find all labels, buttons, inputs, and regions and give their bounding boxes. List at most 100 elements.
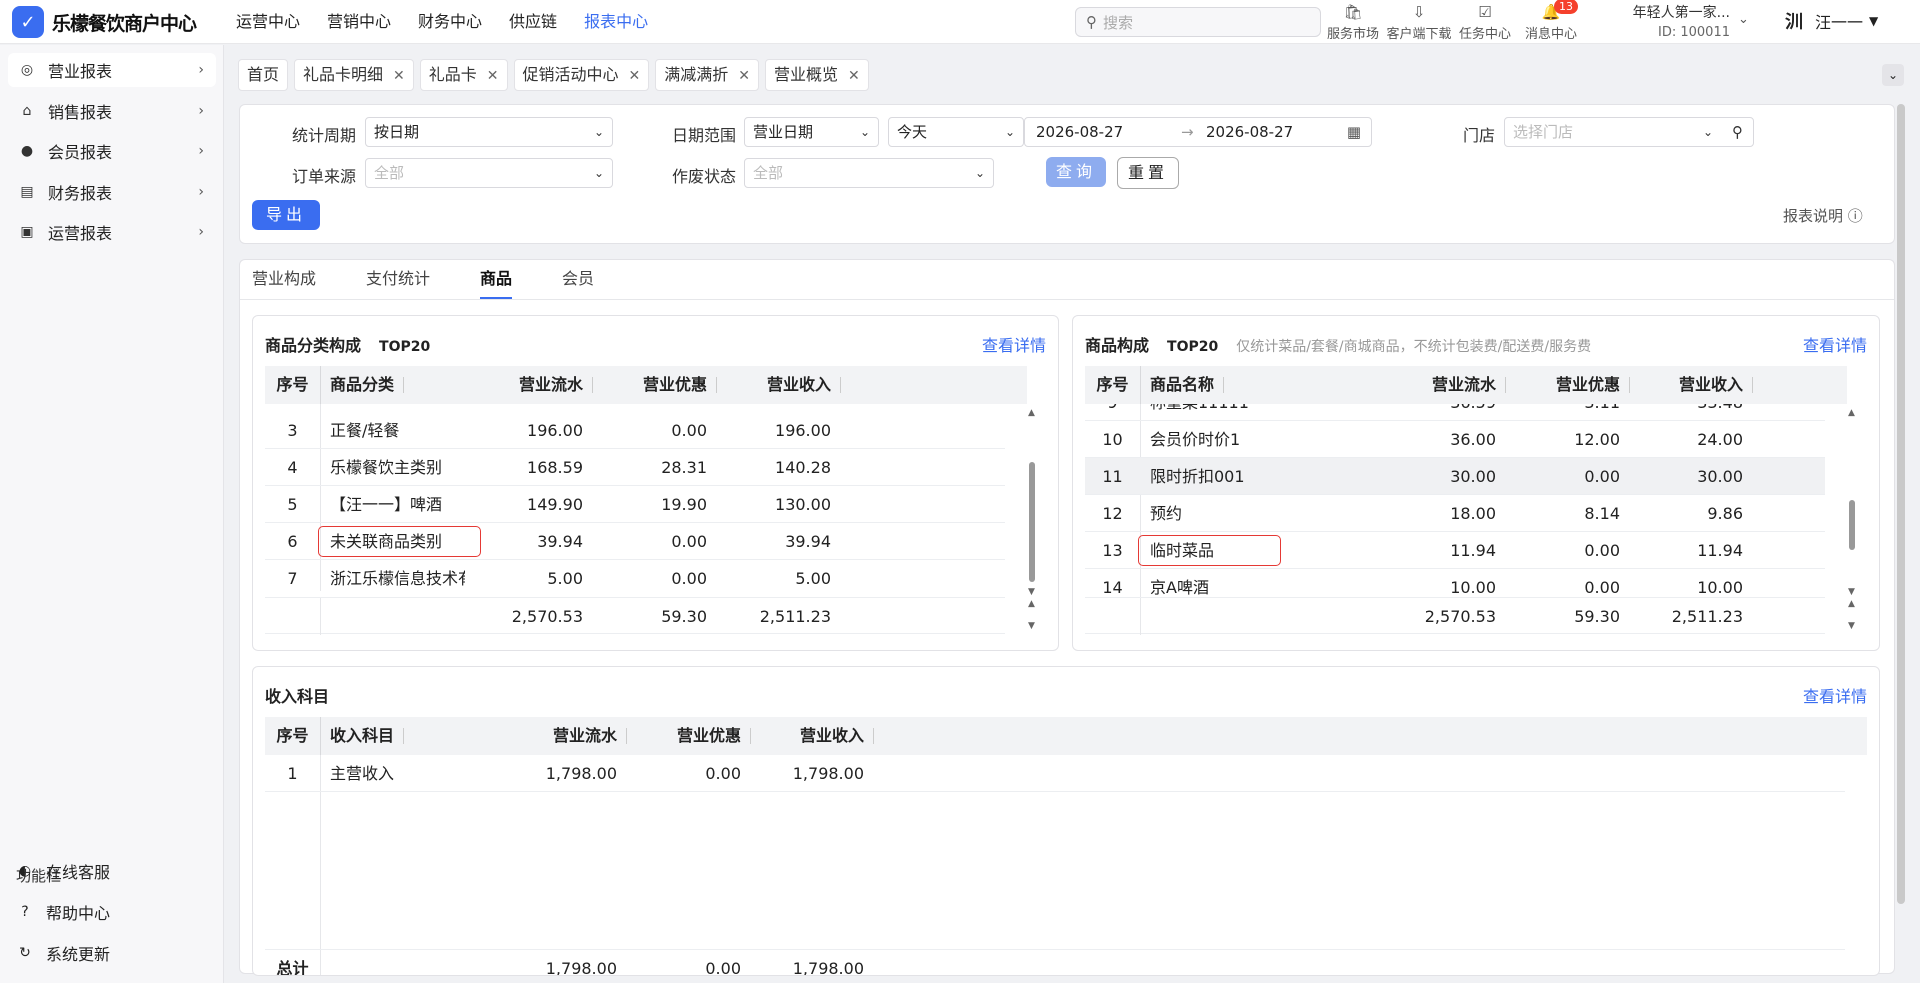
tab-label: 礼品卡 [428, 65, 477, 84]
scroll-up-icon[interactable]: ▲ [1028, 408, 1035, 418]
table-cell: 0.00 [671, 532, 707, 551]
report-note-link[interactable]: 报表说明 ⓘ [1783, 205, 1863, 226]
scroll-down-icon[interactable]: ▼ [1028, 621, 1035, 631]
date-preset-select[interactable]: 今天 ⌄ [888, 117, 1024, 147]
subtab-2[interactable]: 商品 [480, 268, 513, 300]
table-row[interactable]: 7 浙江乐檬信息技术有 5.00 0.00 5.00 [265, 560, 1005, 591]
total-cell: 2,511.23 [759, 607, 831, 626]
header-divider [320, 366, 321, 404]
tab-5[interactable]: 营业概览 ✕ [765, 59, 869, 91]
top-icons: 🛍 服务市场 ⇩ 客户端下载 ☑ 任务中心 🔔 消息中心 13 [1320, 0, 1584, 42]
avatar: 汌 [1785, 12, 1803, 33]
subtab-1[interactable]: 支付统计 [366, 268, 430, 300]
subtab-3[interactable]: 会员 [562, 268, 594, 300]
date-range-input[interactable]: 2026-08-27 → 2026-08-27 ▦ [1024, 117, 1372, 147]
scroll-down-icon[interactable]: ▼ [1848, 621, 1855, 631]
scroll-up-icon[interactable]: ▲ [1028, 599, 1035, 609]
tab-4[interactable]: 满减满折 ✕ [655, 59, 760, 91]
tabs-dropdown-button[interactable]: ⌄ [1882, 64, 1904, 86]
user-icon: ● [20, 143, 34, 159]
header-divider [320, 717, 321, 755]
search-input[interactable]: ⚲ 搜索 [1075, 7, 1321, 37]
sidebar-item-0[interactable]: ◎ 营业报表 › [8, 53, 216, 87]
func-item-0[interactable]: ◐ 在线客服 [16, 859, 110, 883]
subtab-0[interactable]: 营业构成 [252, 268, 316, 300]
table-scrollbar[interactable] [1849, 500, 1855, 550]
topnav-item[interactable]: 财务中心 [418, 0, 482, 44]
category-card: 商品分类构成 TOP20 查看详情 序号 商品分类 营业流水 营业优惠 营业收入 3 正餐/轻餐 1… [252, 315, 1059, 651]
query-button[interactable]: 查询 [1046, 157, 1106, 187]
table-row[interactable]: 10 会员价时价1 36.00 12.00 24.00 [1085, 421, 1825, 458]
close-icon[interactable]: ✕ [738, 68, 750, 84]
scroll-down-icon[interactable]: ▼ [1028, 587, 1035, 597]
topnav-item[interactable]: 营销中心 [327, 0, 391, 44]
sidebar-item-1[interactable]: ⌂ 销售报表 › [8, 94, 216, 128]
topicon-3[interactable]: 🔔 消息中心 13 [1518, 0, 1584, 42]
app-logo[interactable]: ✓ 乐檬餐饮商户中心 [12, 6, 197, 38]
page-scrollbar[interactable] [1897, 104, 1905, 904]
sidebar-item-2[interactable]: ● 会员报表 › [8, 134, 216, 168]
table-cell: 8.14 [1584, 504, 1620, 523]
scroll-up-icon[interactable]: ▲ [1848, 599, 1855, 609]
column-header: 营业收入 [711, 366, 841, 404]
table-row[interactable]: 11 限时折扣001 30.00 0.00 30.00 [1085, 458, 1825, 495]
user-menu[interactable]: 汌 汪一一 ▼ [1785, 8, 1878, 34]
func-item-2[interactable]: ↻ 系统更新 [16, 941, 110, 965]
close-icon[interactable]: ✕ [393, 68, 405, 84]
table-body: 1 主营收入 1,798.00 0.00 1,798.00 [265, 755, 1867, 975]
column-header: 营业流水 [463, 366, 593, 404]
table-cell: 0.00 [671, 569, 707, 588]
table-cell: 12.00 [1574, 430, 1620, 449]
tab-0[interactable]: 首页 [238, 59, 289, 91]
search-icon: ⚲ [1086, 13, 1097, 31]
table-cell: 196.00 [527, 421, 583, 440]
table-cell: 11 [1102, 467, 1123, 486]
date-type-value: 营业日期 [753, 123, 814, 141]
topicon-2[interactable]: ☑ 任务中心 [1452, 0, 1518, 42]
source-select[interactable]: 全部 ⌄ [365, 158, 613, 188]
tab-1[interactable]: 礼品卡明细 ✕ [294, 59, 414, 91]
export-button[interactable]: 导出 [252, 200, 320, 230]
scroll-down-icon[interactable]: ▼ [1848, 587, 1855, 597]
column-header: 序号 [1096, 375, 1129, 394]
table-scrollbar[interactable] [1029, 462, 1035, 582]
card-title-text: 商品分类构成 [265, 336, 362, 355]
table-row[interactable]: 9 称重菜11111 36.593.1133.48 [1085, 404, 1825, 421]
table-row[interactable]: 1 主营收入 1,798.00 0.00 1,798.00 [265, 755, 1845, 792]
topicon-1[interactable]: ⇩ 客户端下载 [1386, 0, 1452, 42]
tab-2[interactable]: 礼品卡 ✕ [419, 59, 508, 91]
scroll-up-icon[interactable]: ▲ [1848, 408, 1855, 418]
table-row[interactable]: 12 预约 18.00 8.14 9.86 [1085, 495, 1825, 532]
chevron-down-icon[interactable]: ⌄ [1738, 12, 1749, 27]
table-row[interactable]: 14 京A啤酒 10.00 0.00 10.00 [1085, 569, 1825, 597]
table-cell: 正餐/轻餐 [330, 421, 400, 440]
topnav-item[interactable]: 供应链 [509, 0, 557, 44]
table-row[interactable]: 4 乐檬餐饮主类别 168.59 28.31 140.28 [265, 449, 1005, 486]
period-select[interactable]: 按日期 ⌄ [365, 117, 613, 147]
view-details-link[interactable]: 查看详情 [1803, 332, 1867, 356]
store-select[interactable]: 选择门店 ⌄ ⚲ [1504, 117, 1754, 147]
sidebar-item-4[interactable]: ▣ 运营报表 › [8, 215, 216, 249]
total-cell: 2,570.53 [1424, 607, 1496, 626]
view-details-link[interactable]: 查看详情 [1803, 683, 1867, 707]
reset-button[interactable]: 重置 [1117, 157, 1179, 189]
close-icon[interactable]: ✕ [487, 68, 499, 84]
func-item-1[interactable]: ? 帮助中心 [16, 900, 110, 924]
topicon-label: 服务市场 [1326, 27, 1379, 42]
top-nav: 运营中心 营销中心 财务中心 供应链 报表中心 [236, 0, 675, 44]
table-row[interactable]: 5 【汪一一】啤酒 149.90 19.90 130.00 [265, 486, 1005, 523]
topnav-item[interactable]: 报表中心 [584, 0, 648, 44]
close-icon[interactable]: ✕ [629, 68, 641, 84]
topicon-0[interactable]: 🛍 服务市场 [1320, 0, 1386, 42]
date-type-select[interactable]: 营业日期 ⌄ [744, 117, 879, 147]
total-cell: 2,570.53 [511, 607, 583, 626]
date-end: 2026-08-27 [1206, 123, 1294, 141]
account-switcher[interactable]: 年轻人第一家... ID: 100011 [1620, 2, 1730, 40]
close-icon[interactable]: ✕ [848, 68, 860, 84]
topnav-item[interactable]: 运营中心 [236, 0, 300, 44]
table-row[interactable]: 3 正餐/轻餐 196.00 0.00 196.00 [265, 412, 1005, 449]
sidebar-item-3[interactable]: ▤ 财务报表 › [8, 175, 216, 209]
tab-3[interactable]: 促销活动中心 ✕ [513, 59, 650, 91]
view-details-link[interactable]: 查看详情 [982, 332, 1046, 356]
void-select[interactable]: 全部 ⌄ [744, 158, 994, 188]
